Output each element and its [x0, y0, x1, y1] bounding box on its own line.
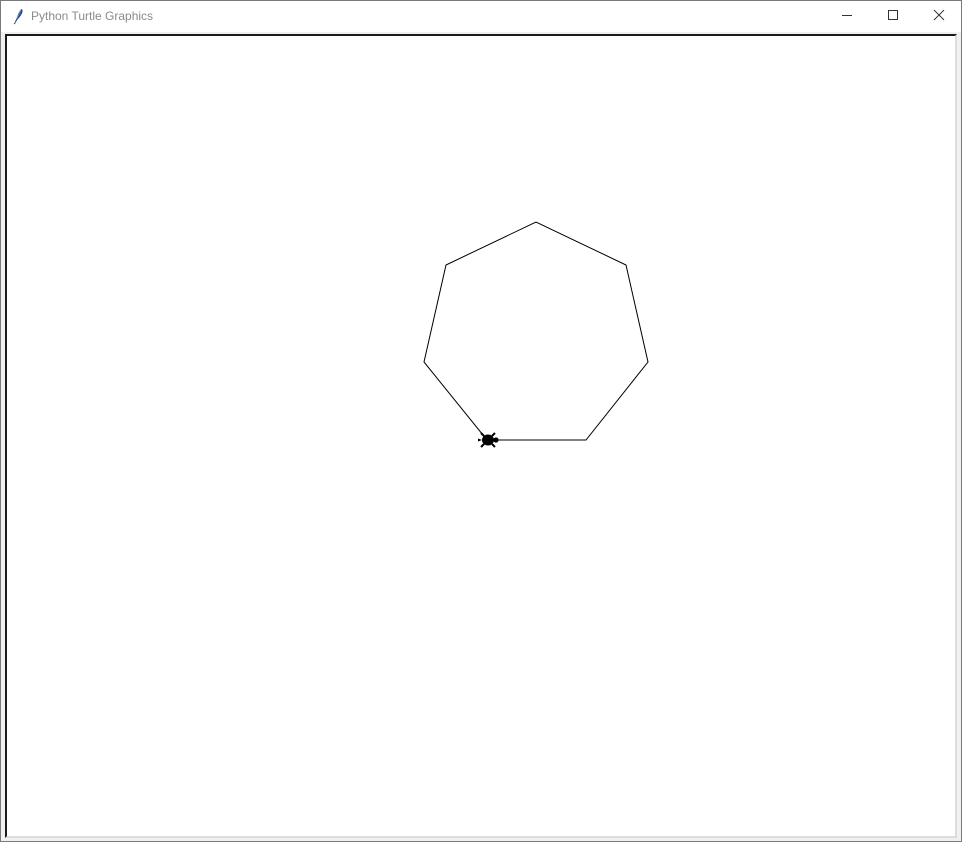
turtle-canvas[interactable]: [7, 36, 955, 836]
feather-icon: [9, 7, 27, 25]
turtle-window: Python Turtle Graphics: [0, 0, 962, 842]
window-title: Python Turtle Graphics: [31, 9, 154, 23]
turtle-icon: [478, 432, 499, 448]
turtle-canvas-frame[interactable]: [5, 34, 957, 838]
minimize-button[interactable]: [824, 1, 870, 32]
maximize-button[interactable]: [870, 1, 916, 32]
title-bar[interactable]: Python Turtle Graphics: [1, 1, 961, 32]
minimize-icon: [841, 8, 853, 26]
maximize-icon: [887, 8, 899, 26]
heptagon-path: [423, 221, 649, 441]
close-icon: [933, 8, 945, 26]
close-button[interactable]: [916, 1, 962, 32]
